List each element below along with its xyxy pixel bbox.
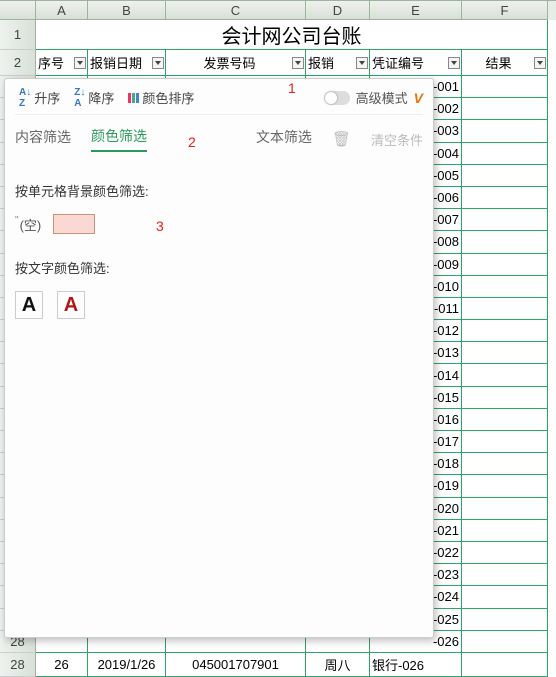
cell[interactable] (462, 143, 548, 165)
cell[interactable]: 银行-026 (370, 653, 462, 677)
header-result[interactable]: 结果 (462, 50, 548, 76)
filter-icon[interactable] (292, 57, 304, 69)
filter-tabs: 内容筛选 颜色筛选 文本筛选 🗑 清空条件 (15, 121, 423, 157)
row-header[interactable]: 28 (0, 653, 36, 677)
sort-asc-icon: A↓Z (19, 87, 31, 109)
cell[interactable] (462, 431, 548, 453)
cell[interactable] (462, 364, 548, 386)
bg-section-title: 按单元格背景颜色筛选: (15, 181, 423, 200)
cell[interactable] (462, 342, 548, 364)
cell[interactable] (462, 254, 548, 276)
cell[interactable] (462, 231, 548, 253)
header-voucher[interactable]: 凭证编号 (370, 50, 462, 76)
color-sort-icon (128, 93, 139, 103)
col-header-A[interactable]: A (36, 1, 88, 20)
cell[interactable] (462, 631, 548, 653)
cell[interactable]: 26 (36, 653, 88, 677)
title-cell[interactable]: 会计网公司台账 (36, 20, 548, 50)
column-header-row: A B C D E F (0, 0, 556, 20)
cell[interactable] (462, 498, 548, 520)
filter-icon[interactable] (356, 57, 368, 69)
cell[interactable] (462, 209, 548, 231)
clear-conditions[interactable]: 清空条件 (371, 130, 423, 149)
filter-icon[interactable] (152, 57, 164, 69)
popup-toolbar: A↓Z 升序 Z↓A 降序 颜色排序 高级模式 V (15, 85, 423, 115)
filter-icon[interactable] (534, 57, 546, 69)
cell[interactable]: 2019/1/26 (88, 653, 166, 677)
cell[interactable] (462, 520, 548, 542)
bg-color-section: 按单元格背景颜色筛选: (空) (15, 181, 423, 234)
cell[interactable] (462, 320, 548, 342)
col-header-B[interactable]: B (88, 1, 166, 20)
cell[interactable]: 045001707901 (166, 653, 306, 677)
cell[interactable] (462, 98, 548, 120)
font-section-title: 按文字颜色筛选: (15, 258, 423, 277)
col-header-D[interactable]: D (306, 1, 370, 20)
tab-text-filter[interactable]: 文本筛选 (256, 127, 312, 151)
v-badge-icon: V (414, 90, 423, 106)
cell[interactable] (462, 120, 548, 142)
filter-icon[interactable] (448, 57, 460, 69)
filter-popup: A↓Z 升序 Z↓A 降序 颜色排序 高级模式 V 内容筛选 颜色筛选 文本筛选… (4, 78, 434, 638)
font-swatch-black[interactable]: A (15, 291, 43, 319)
cell[interactable] (462, 609, 548, 631)
filter-icon[interactable] (74, 57, 86, 69)
cell[interactable] (462, 409, 548, 431)
col-header-E[interactable]: E (370, 1, 462, 20)
cell[interactable] (462, 165, 548, 187)
sort-desc-button[interactable]: Z↓A 降序 (70, 85, 118, 111)
tab-content-filter[interactable]: 内容筛选 (15, 127, 71, 151)
cell[interactable] (462, 542, 548, 564)
col-header-C[interactable]: C (166, 1, 306, 20)
row-header-2[interactable]: 2 (0, 50, 36, 76)
select-all-corner[interactable] (0, 1, 36, 20)
cell[interactable] (462, 653, 548, 677)
cell[interactable] (462, 453, 548, 475)
cell[interactable] (462, 387, 548, 409)
empty-option[interactable]: (空) (15, 215, 41, 234)
header-invoice[interactable]: 发票号码 (166, 50, 306, 76)
cell[interactable] (462, 564, 548, 586)
row-header-1[interactable]: 1 (0, 20, 36, 50)
cell[interactable] (462, 586, 548, 608)
col-header-F[interactable]: F (462, 1, 548, 20)
bg-swatch-pink[interactable] (53, 214, 95, 234)
advanced-toggle[interactable] (324, 91, 350, 105)
header-date[interactable]: 报销日期 (88, 50, 166, 76)
sort-desc-icon: Z↓A (74, 87, 85, 109)
header-reimb[interactable]: 报销 (306, 50, 370, 76)
header-seq[interactable]: 序号 (36, 50, 88, 76)
advanced-label: 高级模式 (356, 88, 408, 107)
sort-asc-button[interactable]: A↓Z 升序 (15, 85, 64, 111)
color-sort-button[interactable]: 颜色排序 (124, 86, 198, 109)
cell[interactable]: 周八 (306, 653, 370, 677)
cell[interactable] (462, 276, 548, 298)
cell[interactable] (462, 187, 548, 209)
cell[interactable] (462, 76, 548, 98)
font-swatch-red[interactable]: A (57, 291, 85, 319)
cell[interactable] (462, 475, 548, 497)
font-color-section: 按文字颜色筛选: A A (15, 258, 423, 319)
table-row: 28262019/1/26045001707901周八银行-026 (0, 653, 556, 677)
tab-color-filter[interactable]: 颜色筛选 (91, 126, 147, 152)
trash-icon[interactable]: 🗑 (332, 130, 351, 148)
cell[interactable] (462, 298, 548, 320)
